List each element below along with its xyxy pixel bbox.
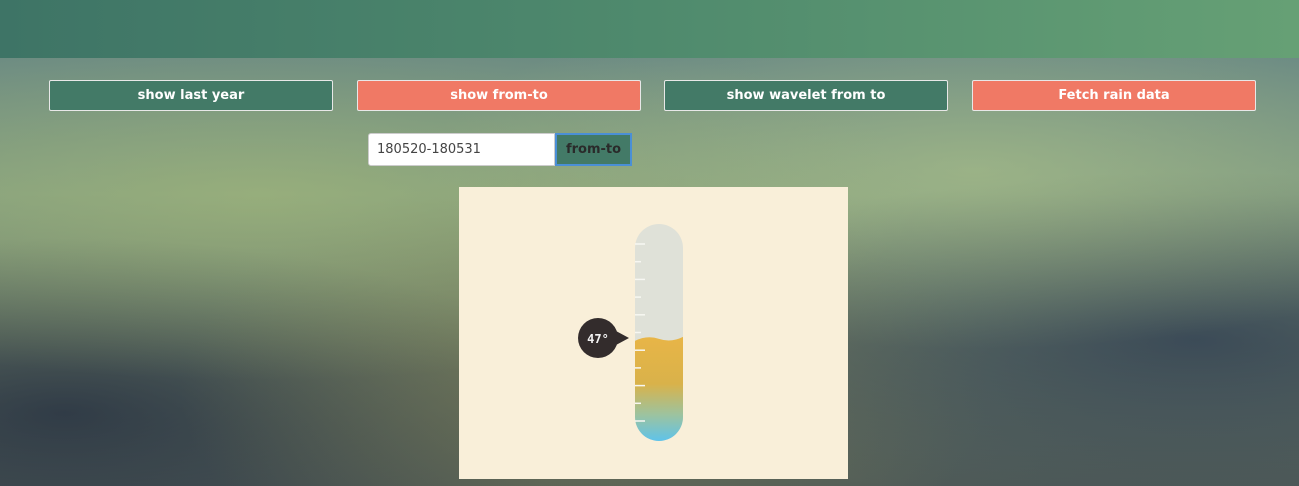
from-to-submit-button[interactable]: from-to bbox=[555, 133, 632, 166]
thermometer-panel: 47° bbox=[459, 187, 848, 479]
thermometer-graphic: 47° bbox=[578, 224, 683, 441]
temperature-bubble: 47° bbox=[578, 318, 629, 358]
date-range-input[interactable] bbox=[368, 133, 555, 166]
show-from-to-button[interactable]: show from-to bbox=[357, 80, 641, 111]
show-last-year-button[interactable]: show last year bbox=[49, 80, 333, 111]
thermometer-fill bbox=[635, 336, 683, 441]
top-header-bar bbox=[0, 0, 1299, 58]
fetch-rain-data-button[interactable]: Fetch rain data bbox=[972, 80, 1256, 111]
show-wavelet-button[interactable]: show wavelet from to bbox=[664, 80, 948, 111]
temperature-label: 47° bbox=[587, 332, 609, 346]
